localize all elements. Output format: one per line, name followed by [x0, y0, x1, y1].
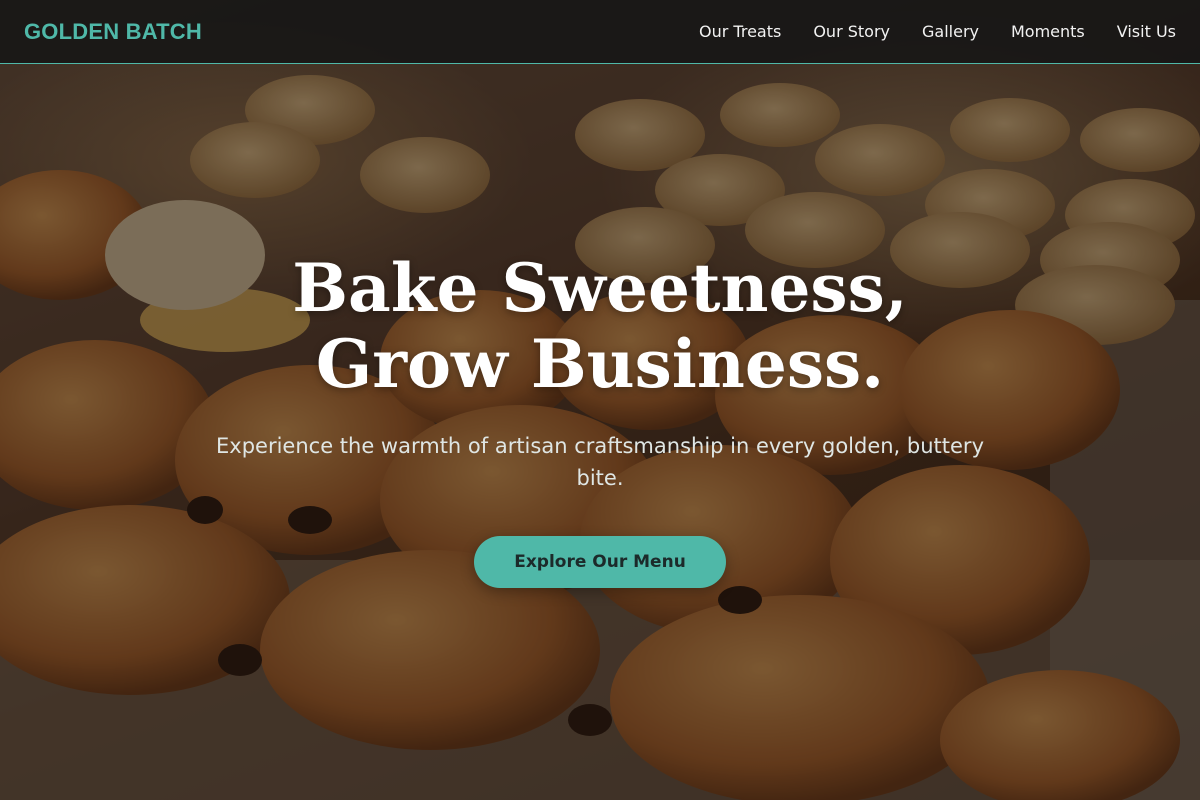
nav-link-our-story[interactable]: Our Story: [813, 22, 890, 41]
nav-link-visit-us[interactable]: Visit Us: [1117, 22, 1176, 41]
hero-section: Bake Sweetness, Grow Business. Experienc…: [0, 250, 1200, 588]
nav-link-moments[interactable]: Moments: [1011, 22, 1085, 41]
brand-logo[interactable]: GOLDEN BATCH: [24, 19, 202, 45]
nav-item-visit-us: Visit Us: [1117, 22, 1176, 42]
nav-links: Our Treats Our Story Gallery Moments Vis…: [699, 22, 1176, 42]
navbar: GOLDEN BATCH Our Treats Our Story Galler…: [0, 0, 1200, 64]
hero-subtitle: Experience the warmth of artisan craftsm…: [216, 434, 984, 490]
nav-item-gallery: Gallery: [922, 22, 979, 42]
explore-menu-button[interactable]: Explore Our Menu: [474, 536, 726, 588]
nav-item-our-treats: Our Treats: [699, 22, 781, 42]
nav-item-our-story: Our Story: [813, 22, 890, 42]
hero-title: Bake Sweetness, Grow Business.: [292, 249, 908, 403]
nav-item-moments: Moments: [1011, 22, 1085, 42]
nav-link-gallery[interactable]: Gallery: [922, 22, 979, 41]
nav-link-our-treats[interactable]: Our Treats: [699, 22, 781, 41]
